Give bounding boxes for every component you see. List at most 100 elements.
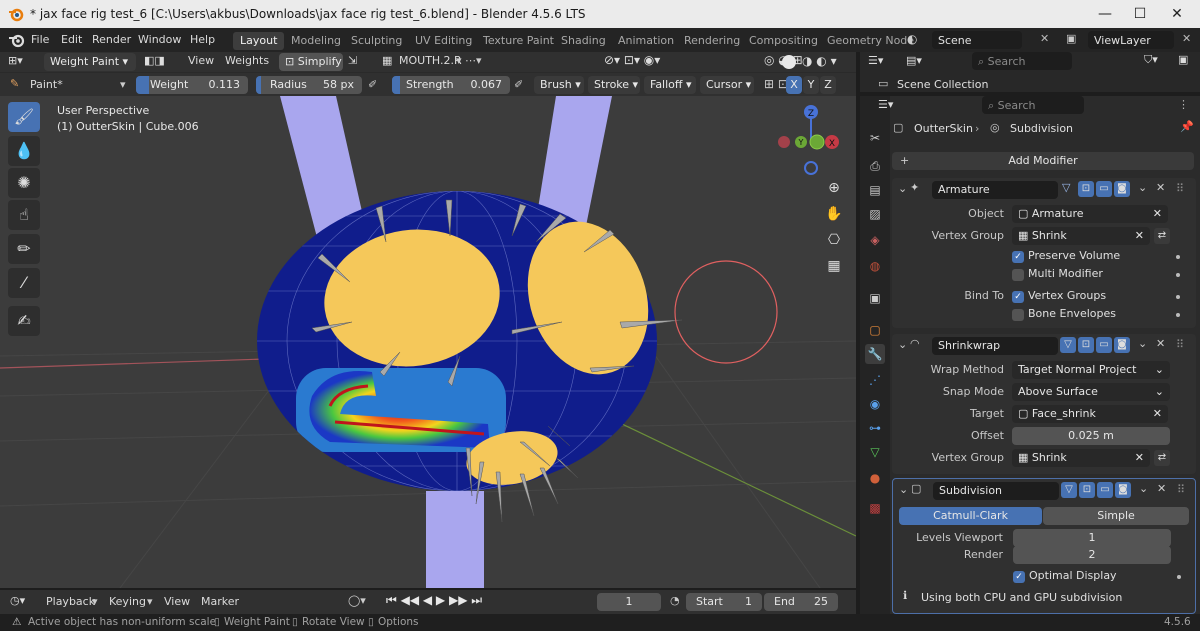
- radius-pressure-icon[interactable]: ✐: [368, 78, 377, 91]
- outliner-search-input[interactable]: ⌕ Search: [972, 52, 1072, 70]
- maximize-button[interactable]: ☐: [1123, 3, 1157, 25]
- menu-window[interactable]: Window: [138, 33, 181, 46]
- active-vertex-group[interactable]: MOUTH.2.R: [399, 54, 462, 67]
- catmull-clark-button[interactable]: Catmull-Clark: [899, 507, 1042, 525]
- average-tool-icon[interactable]: ✺: [8, 168, 40, 198]
- playback-dropdown-icon[interactable]: ▾: [92, 595, 98, 608]
- tab-modeling[interactable]: Modeling: [284, 32, 348, 50]
- camera-view-icon[interactable]: ⎔: [822, 228, 846, 252]
- clear-target-icon[interactable]: ✕: [1153, 407, 1162, 420]
- menu-file[interactable]: File: [31, 33, 49, 46]
- properties-search-input[interactable]: ⌕ Search: [982, 96, 1084, 114]
- tab-compositing[interactable]: Compositing: [742, 32, 825, 50]
- editor-type-icon[interactable]: ⊞▾: [8, 54, 23, 67]
- keyframe-dot[interactable]: [1176, 295, 1180, 299]
- collapse-arrow-icon[interactable]: ⌄: [898, 338, 907, 351]
- invert-vgroup-icon[interactable]: ⇄: [1154, 450, 1170, 466]
- weight-slider[interactable]: Weight 0.113: [136, 76, 248, 94]
- gradient-tool-icon[interactable]: ✏: [8, 234, 40, 264]
- armature-object-field[interactable]: ▢ Armature ✕: [1012, 205, 1168, 223]
- viewport-toggle-icon[interactable]: ▭: [1096, 337, 1112, 353]
- outliner-editor-icon[interactable]: ☰▾: [868, 54, 883, 67]
- drag-handle-icon[interactable]: ⠿: [1176, 338, 1184, 351]
- mode-dropdown[interactable]: Weight Paint ▾: [44, 53, 136, 71]
- physics-tab-icon[interactable]: ◉: [865, 394, 885, 414]
- constraints-tab-icon[interactable]: ⊶: [865, 418, 885, 438]
- brush-menu[interactable]: Brush ▾: [534, 76, 584, 94]
- sample-weight-icon[interactable]: ⁄: [8, 268, 40, 298]
- menu-view[interactable]: View: [188, 54, 214, 67]
- add-modifier-button[interactable]: + Add Modifier: [892, 152, 1194, 170]
- render-levels-field[interactable]: 2: [1013, 546, 1171, 564]
- menu-keying[interactable]: Keying: [109, 595, 146, 608]
- modifier-menu-icon[interactable]: ⌄: [1139, 482, 1148, 495]
- offset-field[interactable]: 0.025 m: [1012, 427, 1170, 445]
- drag-handle-icon[interactable]: ⠿: [1176, 182, 1184, 195]
- optimal-display-checkbox[interactable]: ✓: [1013, 571, 1025, 583]
- strength-slider[interactable]: Strength 0.067: [392, 76, 510, 94]
- view-layer-icon[interactable]: ▣: [1066, 32, 1076, 45]
- symmetry-icon[interactable]: ⊞ ⊡: [764, 77, 788, 91]
- tab-uv-editing[interactable]: UV Editing: [408, 32, 479, 50]
- scene-icon[interactable]: ◐: [907, 32, 917, 46]
- viewport-toggle-icon[interactable]: ▭: [1097, 482, 1113, 498]
- levels-viewport-field[interactable]: 1: [1013, 529, 1171, 547]
- draw-tool-icon[interactable]: 🖌: [8, 102, 40, 132]
- object-tab-icon[interactable]: ▢: [865, 320, 885, 340]
- render-toggle-icon[interactable]: ◙: [1114, 181, 1130, 197]
- particles-tab-icon[interactable]: ⋰: [865, 370, 885, 390]
- pin-icon[interactable]: 📌: [1180, 120, 1194, 133]
- scene-remove-icon[interactable]: ✕: [1040, 32, 1049, 45]
- data-tab-icon[interactable]: ▽: [865, 442, 885, 462]
- multi-modifier-checkbox[interactable]: [1012, 269, 1024, 281]
- tab-layout[interactable]: Layout: [233, 32, 285, 50]
- navigation-gizmo[interactable]: Z Y X: [768, 100, 848, 180]
- armature-vgroup-field[interactable]: ▦ Shrink ✕: [1012, 227, 1150, 245]
- bone-envelopes-checkbox[interactable]: [1012, 309, 1024, 321]
- menu-marker[interactable]: Marker: [201, 595, 239, 608]
- blender-menu-icon[interactable]: [8, 32, 26, 48]
- simple-button[interactable]: Simple: [1043, 507, 1189, 525]
- view-layer-remove-icon[interactable]: ✕: [1182, 32, 1191, 45]
- scene-tab-icon[interactable]: ◈: [865, 230, 885, 250]
- keyframe-dot[interactable]: [1176, 313, 1180, 317]
- tab-rendering[interactable]: Rendering: [677, 32, 747, 50]
- material-tab-icon[interactable]: ●: [865, 468, 885, 488]
- menu-help[interactable]: Help: [190, 33, 215, 46]
- mirror-y-toggle[interactable]: Y: [803, 76, 819, 94]
- collapse-arrow-icon[interactable]: ⌄: [899, 483, 908, 496]
- tab-texture-paint[interactable]: Texture Paint: [476, 32, 561, 50]
- close-window-button[interactable]: ✕: [1160, 3, 1194, 25]
- menu-render[interactable]: Render: [92, 33, 131, 46]
- remove-modifier-icon[interactable]: ✕: [1157, 482, 1166, 495]
- on-cage-toggle-icon[interactable]: ⊡: [1078, 181, 1094, 197]
- 3d-viewport[interactable]: [0, 96, 856, 588]
- on-cage-toggle-icon[interactable]: ⊡: [1078, 337, 1094, 353]
- simplify-toggle[interactable]: ⊡ Simplify: [279, 53, 343, 71]
- properties-editor-icon[interactable]: ☰▾: [878, 98, 893, 111]
- start-frame-field[interactable]: Start 1: [686, 593, 762, 611]
- collapse-arrow-icon[interactable]: ⌄: [898, 182, 907, 195]
- keyframe-dot[interactable]: [1176, 255, 1180, 259]
- strength-pressure-icon[interactable]: ✐: [514, 78, 523, 91]
- menu-playback[interactable]: Playback: [46, 595, 95, 608]
- tool-tab-icon[interactable]: ✂: [865, 128, 885, 148]
- brush-name[interactable]: Paint*: [30, 78, 63, 91]
- solid-shading-icon[interactable]: [782, 55, 796, 69]
- snap-mode-dropdown[interactable]: Above Surface ⌄: [1012, 383, 1170, 401]
- preserve-volume-checkbox[interactable]: ✓: [1012, 251, 1024, 263]
- view-layer-field[interactable]: ViewLayer: [1088, 31, 1174, 49]
- bone-select-icon[interactable]: ⇲: [348, 54, 357, 67]
- output-tab-icon[interactable]: ▤: [865, 180, 885, 200]
- modifier-tab-icon[interactable]: 🔧: [865, 344, 885, 364]
- shrinkwrap-vgroup-field[interactable]: ▦ Shrink ✕: [1012, 449, 1150, 467]
- scene-collection-label[interactable]: Scene Collection: [897, 78, 988, 91]
- view-layer-tab-icon[interactable]: ▨: [865, 204, 885, 224]
- scene-name-field[interactable]: Scene: [932, 31, 1022, 49]
- shading-options-icons[interactable]: ⊘▾ ⊡▾ ◉▾: [604, 53, 660, 67]
- invert-vgroup-icon[interactable]: ⇄: [1154, 228, 1170, 244]
- smear-tool-icon[interactable]: ☝: [8, 200, 40, 230]
- render-tab-icon[interactable]: ⎙: [865, 156, 885, 176]
- keying-dropdown-icon[interactable]: ▾: [147, 595, 153, 608]
- shrinkwrap-name-field[interactable]: Shrinkwrap: [932, 337, 1058, 355]
